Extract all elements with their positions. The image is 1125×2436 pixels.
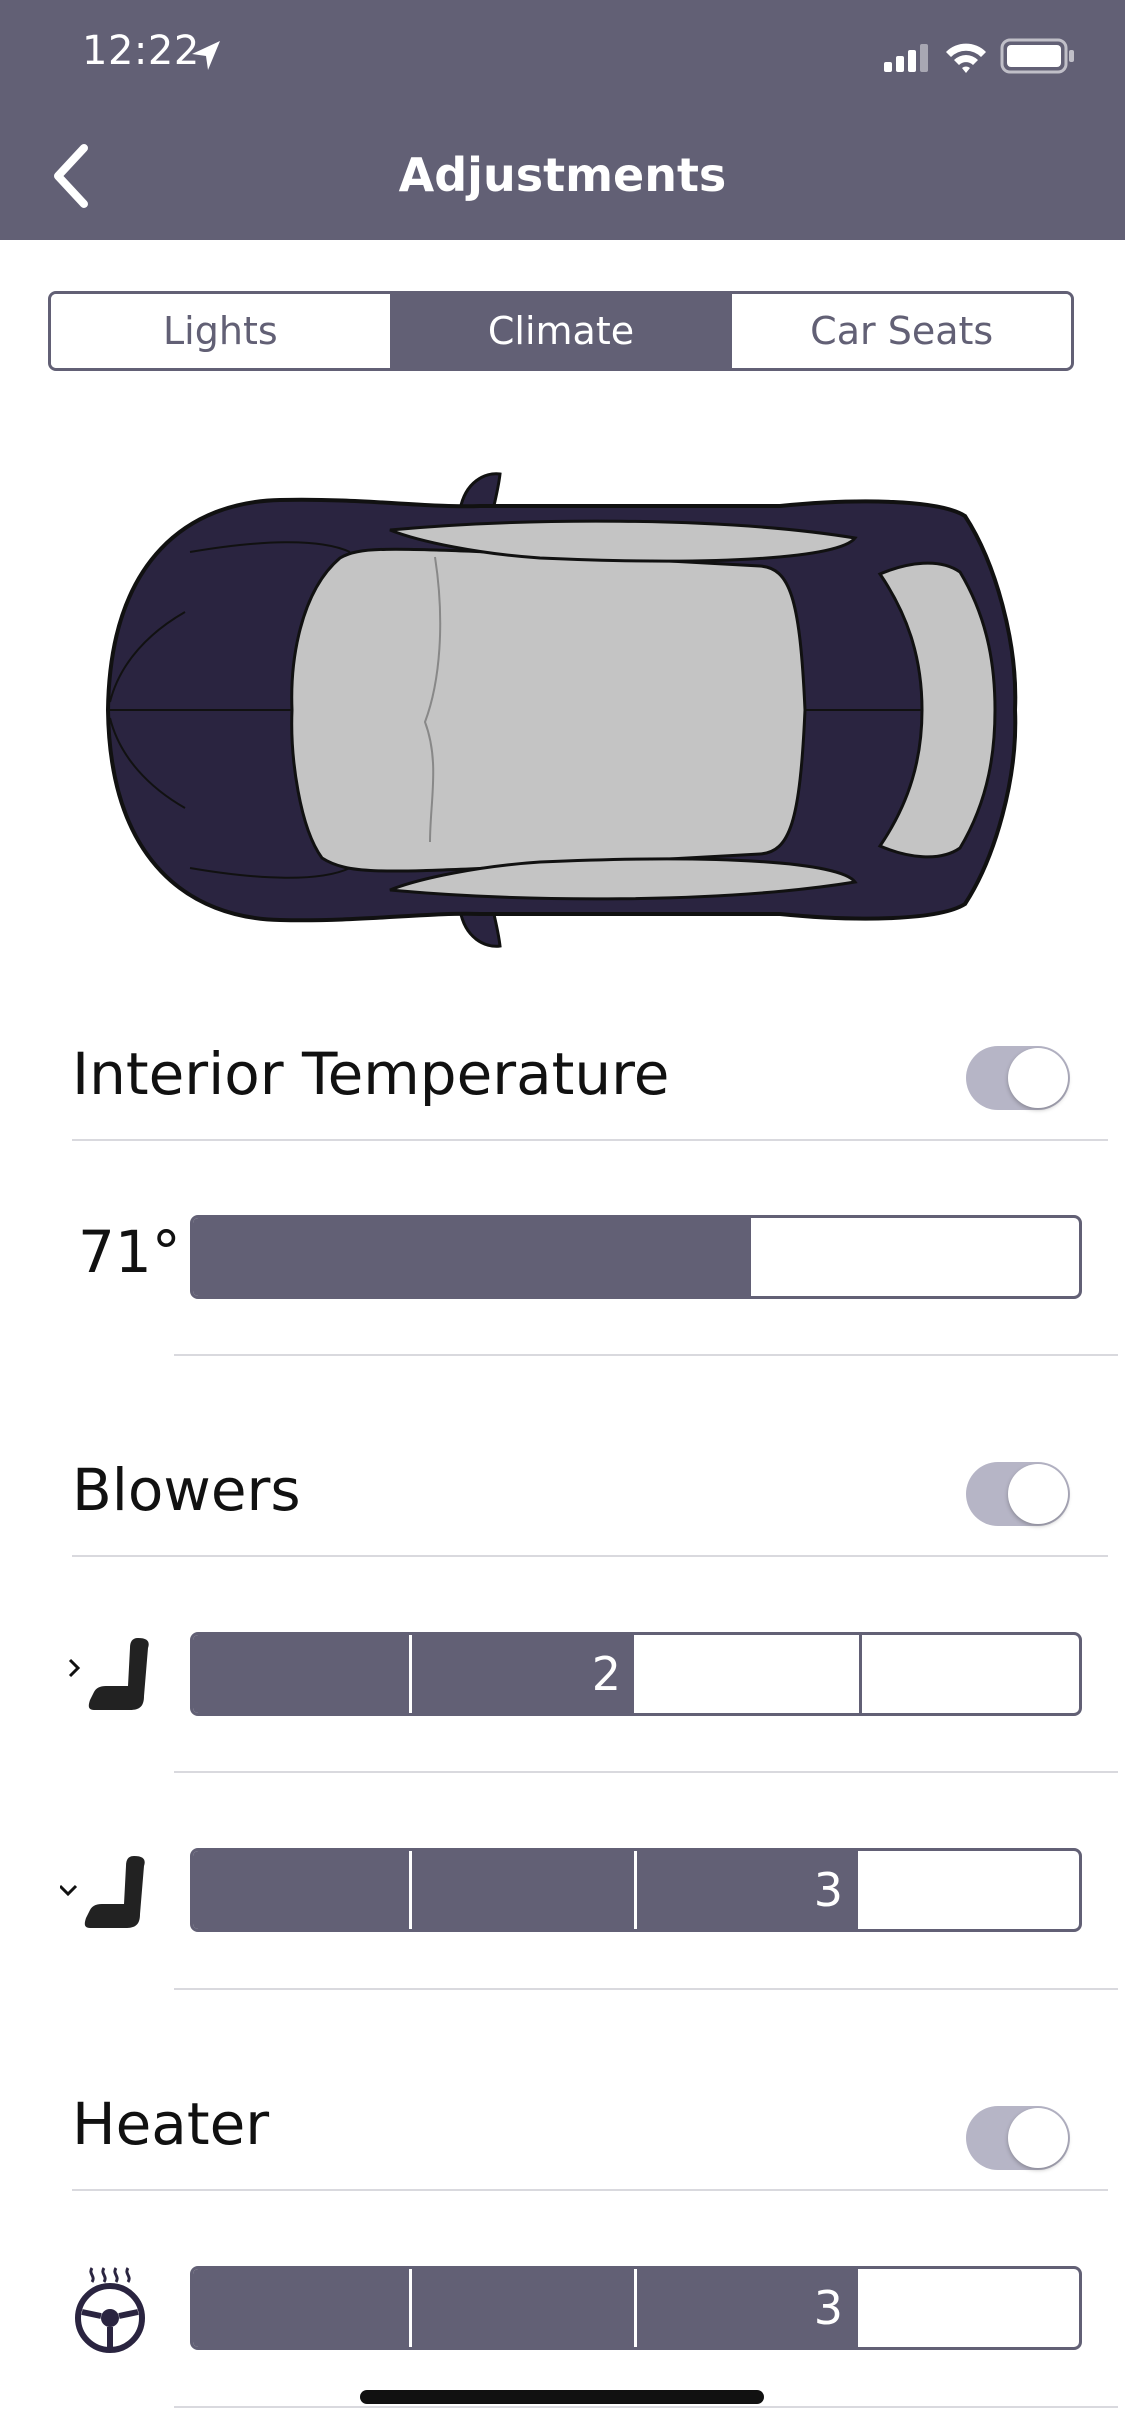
temperature-slider[interactable]	[190, 1215, 1082, 1299]
heater-value: 3	[813, 2281, 843, 2335]
tab-climate[interactable]: Climate	[391, 294, 733, 368]
segment-divider	[859, 1635, 862, 1713]
interior-temperature-toggle[interactable]	[966, 1046, 1070, 1110]
blower-rear-level-bar[interactable]: 3	[190, 1848, 1082, 1932]
toggle-knob	[1008, 1048, 1068, 1108]
status-time: 12:22	[82, 28, 200, 74]
divider	[174, 1354, 1118, 1356]
temperature-slider-fill	[193, 1218, 751, 1296]
heater-title: Heater	[72, 2090, 270, 2158]
wifi-icon	[946, 43, 986, 73]
heater-level-bar[interactable]: 3	[190, 2266, 1082, 2350]
divider	[72, 1139, 1108, 1141]
tab-lights[interactable]: Lights	[51, 294, 392, 368]
car-top-view-illustration	[105, 472, 1018, 948]
divider	[72, 1555, 1108, 1557]
battery-icon	[1000, 38, 1074, 74]
divider	[174, 2406, 1118, 2408]
signal-icon	[884, 44, 928, 72]
toggle-knob	[1008, 2108, 1068, 2168]
divider	[174, 1771, 1118, 1773]
blower-rear-value: 3	[813, 1863, 843, 1917]
location-arrow-icon	[192, 41, 220, 70]
heated-steering-wheel-icon	[75, 2267, 145, 2353]
interior-temperature-title: Interior Temperature	[72, 1040, 670, 1108]
seat-front-icon	[68, 1638, 149, 1710]
home-indicator[interactable]	[360, 2390, 764, 2404]
tab-car-seats[interactable]: Car Seats	[732, 294, 1071, 368]
seat-rear-icon	[60, 1856, 145, 1928]
blower-front-value: 2	[591, 1647, 621, 1701]
blower-front-level-bar[interactable]: 2	[190, 1632, 1082, 1716]
tab-bar: Lights Climate Car Seats	[48, 291, 1074, 371]
divider	[174, 1988, 1118, 1990]
page-title: Adjustments	[398, 148, 727, 202]
temperature-value: 71°	[78, 1218, 181, 1286]
toggle-knob	[1008, 1464, 1068, 1524]
car-windshield	[290, 547, 807, 873]
heater-toggle[interactable]	[966, 2106, 1070, 2170]
segment-divider	[634, 1635, 637, 1713]
blowers-toggle[interactable]	[966, 1462, 1070, 1526]
divider	[72, 2189, 1108, 2191]
blowers-title: Blowers	[72, 1456, 301, 1524]
